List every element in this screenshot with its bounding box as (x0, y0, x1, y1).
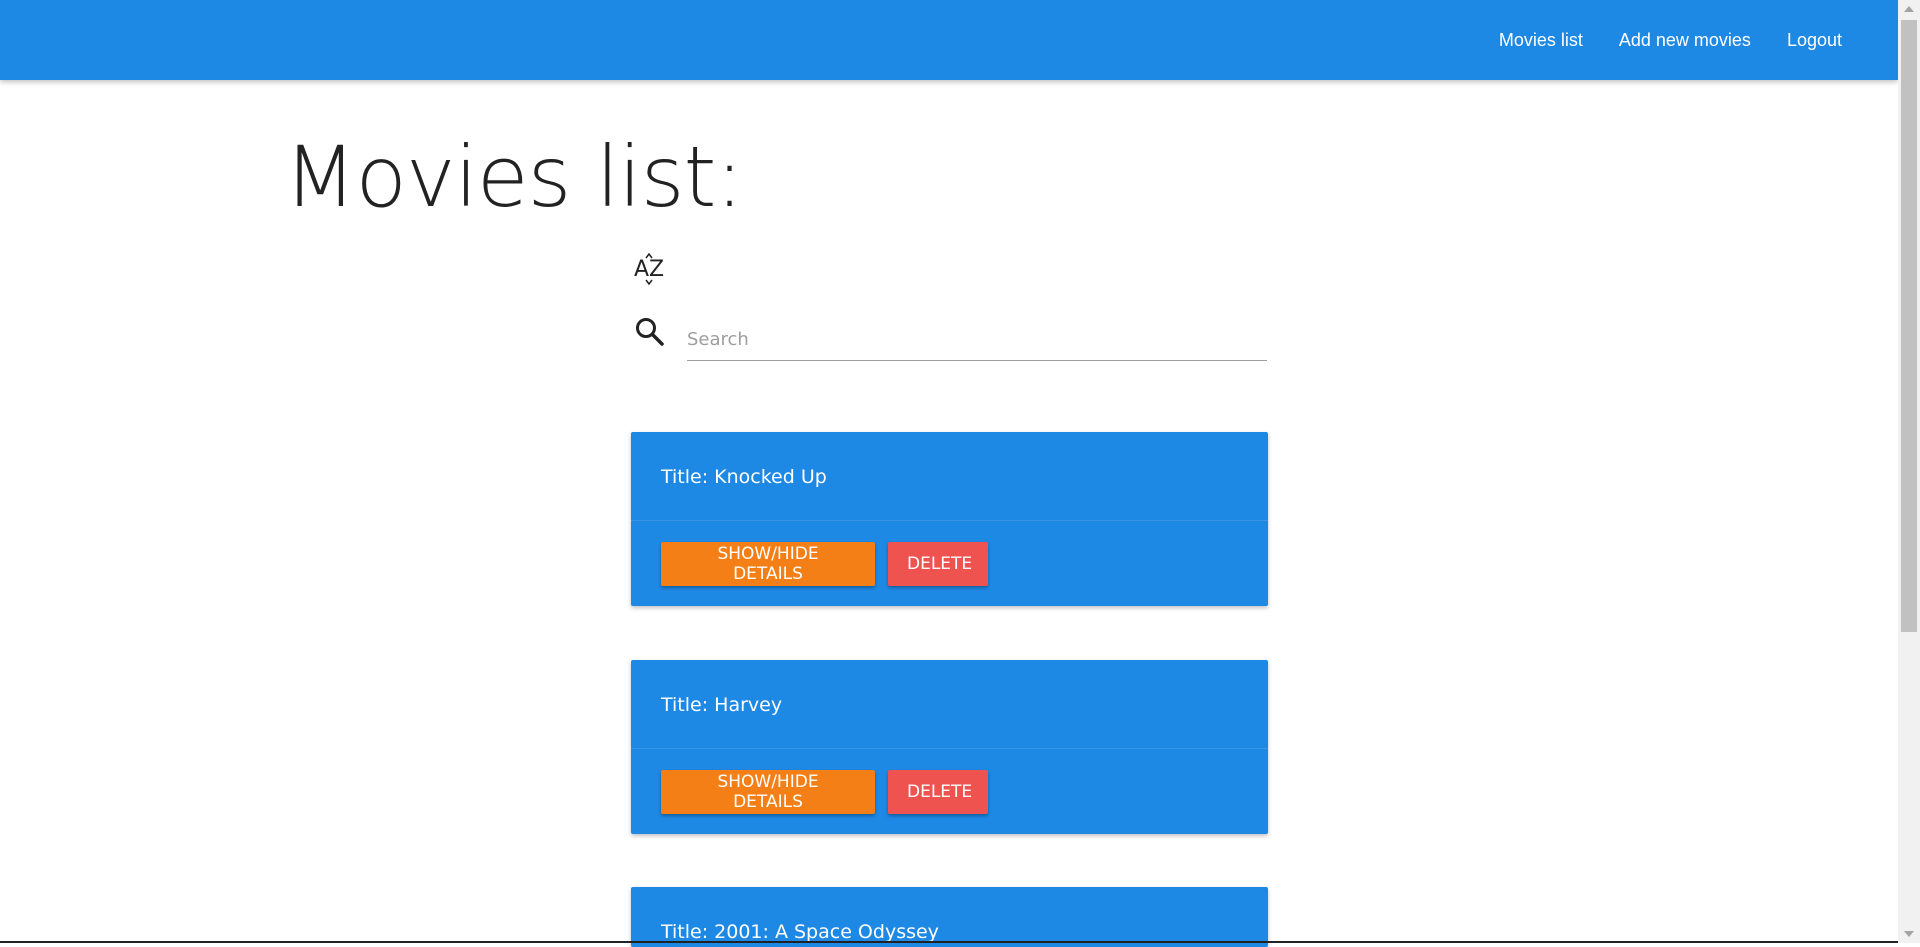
sort-alpha-button[interactable]: AZ (632, 250, 668, 286)
nav-link-movies-list[interactable]: Movies list (1481, 30, 1601, 51)
show-hide-details-button[interactable]: SHOW/HIDE DETAILS (661, 542, 875, 586)
delete-button[interactable]: DELETE (888, 770, 988, 814)
nav-link-add-new-movies[interactable]: Add new movies (1601, 30, 1769, 51)
scroll-up-arrow-icon[interactable] (1904, 6, 1914, 12)
search-icon (636, 318, 664, 346)
delete-button[interactable]: DELETE (888, 542, 988, 586)
scrollbar-thumb[interactable] (1901, 20, 1917, 632)
show-hide-details-button[interactable]: SHOW/HIDE DETAILS (661, 770, 875, 814)
movie-card: Title: 2001: A Space Odyssey (631, 887, 1268, 947)
nav-link-logout[interactable]: Logout (1769, 30, 1860, 51)
card-divider (631, 520, 1268, 521)
movie-card: Title: Harvey SHOW/HIDE DETAILS DELETE (631, 660, 1268, 834)
nav-links: Movies list Add new movies Logout (1481, 0, 1860, 80)
page-title: Movies list: (284, 128, 744, 226)
search-input[interactable] (687, 318, 1267, 361)
sort-label: AZ (634, 257, 664, 282)
movie-title: Title: Harvey (661, 694, 783, 716)
sort-alpha-icon: AZ (634, 252, 664, 286)
movie-card: Title: Knocked Up SHOW/HIDE DETAILS DELE… (631, 432, 1268, 606)
card-divider (631, 748, 1268, 749)
vertical-scrollbar[interactable] (1898, 0, 1920, 943)
movie-title: Title: Knocked Up (661, 466, 827, 488)
movie-title: Title: 2001: A Space Odyssey (661, 921, 939, 943)
top-navbar: Movies list Add new movies Logout (0, 0, 1898, 80)
scroll-down-arrow-icon[interactable] (1904, 931, 1914, 937)
